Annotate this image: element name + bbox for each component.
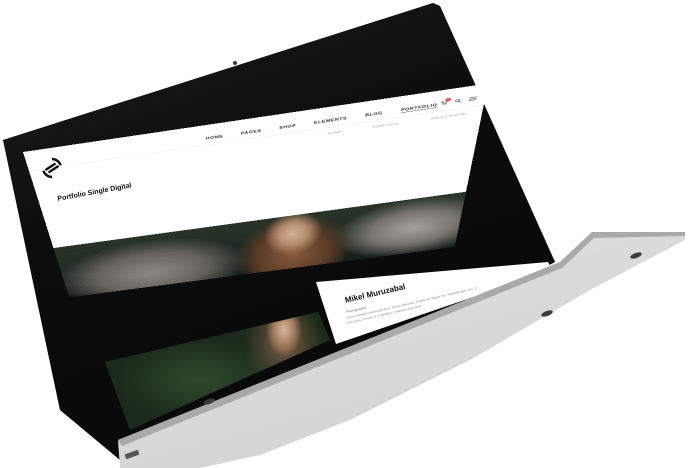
header-icons: 0 <box>440 96 477 105</box>
menu-icon[interactable] <box>469 96 477 101</box>
nav-item-pages[interactable]: PAGES <box>241 129 262 136</box>
breadcrumb-current: SINGLE DIGITAL <box>430 112 468 121</box>
nav-item-shop[interactable]: SHOP <box>279 124 296 131</box>
cart-count-badge: 0 <box>445 97 452 102</box>
cart-button[interactable]: 0 <box>440 97 452 105</box>
breadcrumb-home[interactable]: HOME <box>328 131 341 135</box>
laptop-mockup: HOME PAGES SHOP ELEMENTS BLOG PORTFOLIO … <box>0 0 688 468</box>
webcam <box>233 61 237 65</box>
nav-item-home[interactable]: HOME <box>206 135 224 142</box>
site-logo[interactable] <box>40 156 64 180</box>
search-icon[interactable] <box>454 98 461 103</box>
breadcrumb-portfolio[interactable]: PORTFOLIO <box>373 122 399 128</box>
nav-item-blog[interactable]: BLOG <box>365 111 383 118</box>
